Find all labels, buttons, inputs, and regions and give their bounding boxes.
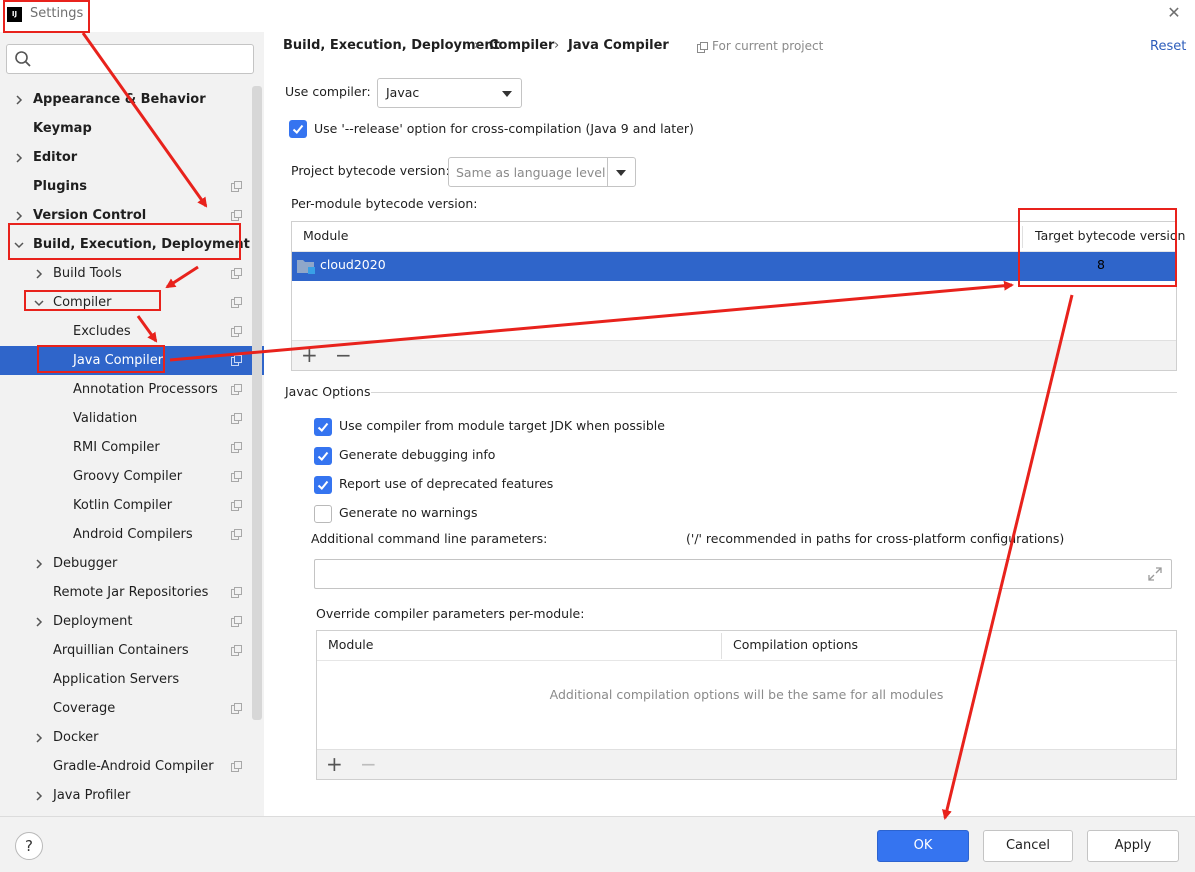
annotation-arrow — [169, 280, 1014, 362]
annotation-arrows — [81, 32, 1074, 820]
annotation-arrow — [136, 315, 158, 343]
annotation-arrow — [165, 265, 199, 289]
annotation-arrow — [942, 294, 1074, 820]
annotation-arrow — [81, 32, 208, 208]
